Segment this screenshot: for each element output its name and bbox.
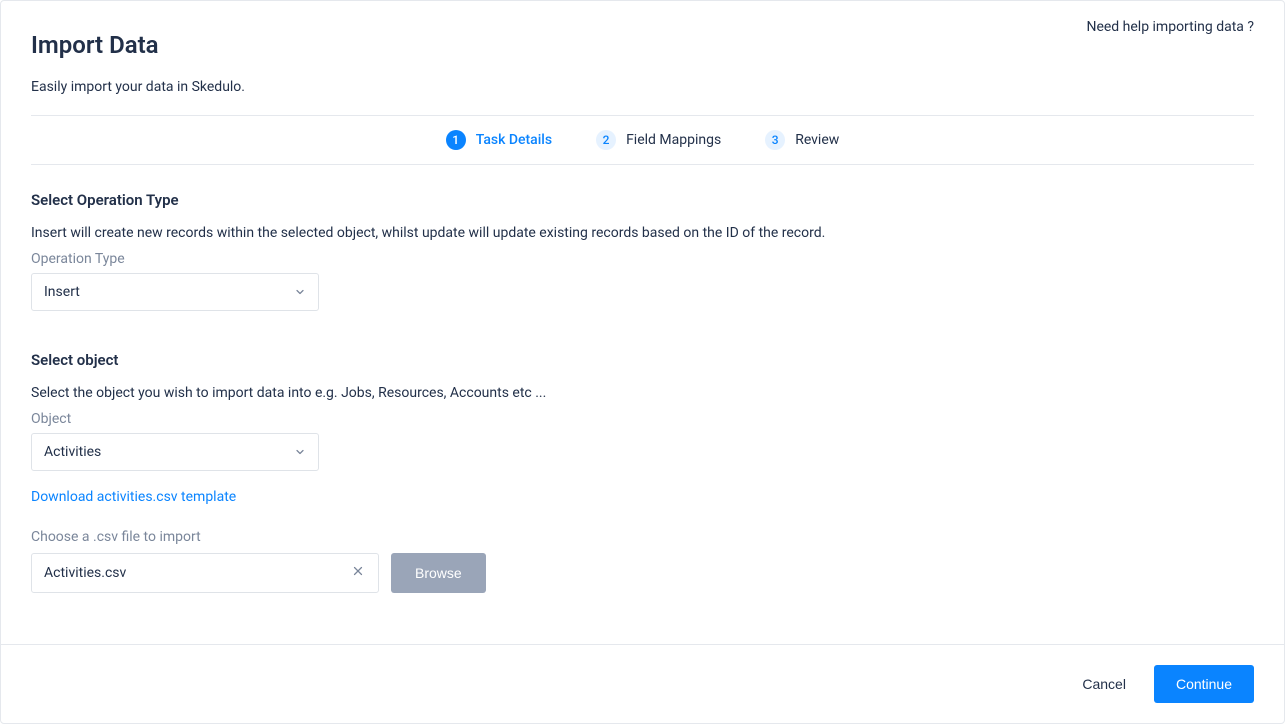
cancel-button[interactable]: Cancel (1076, 668, 1132, 700)
object-select[interactable]: Activities (31, 433, 319, 471)
file-name: Activities.csv (44, 565, 126, 581)
clear-file-icon[interactable] (350, 565, 366, 581)
operation-section: Select Operation Type Insert will create… (31, 191, 1254, 311)
file-input[interactable]: Activities.csv (31, 553, 379, 593)
page-subtitle: Easily import your data in Skedulo. (31, 79, 1254, 95)
step-number-2: 2 (596, 130, 616, 150)
choose-file-label: Choose a .csv file to import (31, 529, 1254, 545)
file-row: Activities.csv Browse (31, 553, 1254, 593)
operation-type-value: Insert (44, 284, 80, 300)
chevron-down-icon (294, 286, 306, 298)
operation-type-select[interactable]: Insert (31, 273, 319, 311)
download-template-link[interactable]: Download activities.csv template (31, 489, 236, 505)
stepper: 1 Task Details 2 Field Mappings 3 Review (31, 115, 1254, 165)
operation-type-label: Operation Type (31, 251, 1254, 267)
step-number-1: 1 (446, 130, 466, 150)
content-area: Import Data Need help importing data ? E… (1, 1, 1284, 644)
chevron-down-icon (294, 446, 306, 458)
browse-button[interactable]: Browse (391, 553, 486, 593)
operation-heading: Select Operation Type (31, 191, 1254, 209)
footer: Cancel Continue (1, 644, 1284, 723)
object-label: Object (31, 411, 1254, 427)
continue-button[interactable]: Continue (1154, 665, 1254, 703)
import-data-panel: Import Data Need help importing data ? E… (0, 0, 1285, 724)
object-heading: Select object (31, 351, 1254, 369)
step-label-1: Task Details (476, 132, 552, 148)
operation-desc: Insert will create new records within th… (31, 225, 1254, 241)
object-section: Select object Select the object you wish… (31, 351, 1254, 593)
page-title: Import Data (31, 31, 159, 59)
object-desc: Select the object you wish to import dat… (31, 385, 1254, 401)
header-row: Import Data Need help importing data ? (31, 31, 1254, 59)
step-field-mappings[interactable]: 2 Field Mappings (596, 130, 721, 150)
step-task-details[interactable]: 1 Task Details (446, 130, 552, 150)
help-link[interactable]: Need help importing data ? (1086, 19, 1254, 35)
step-review[interactable]: 3 Review (765, 130, 839, 150)
step-number-3: 3 (765, 130, 785, 150)
object-value: Activities (44, 444, 101, 460)
step-label-2: Field Mappings (626, 132, 721, 148)
step-label-3: Review (795, 132, 839, 148)
